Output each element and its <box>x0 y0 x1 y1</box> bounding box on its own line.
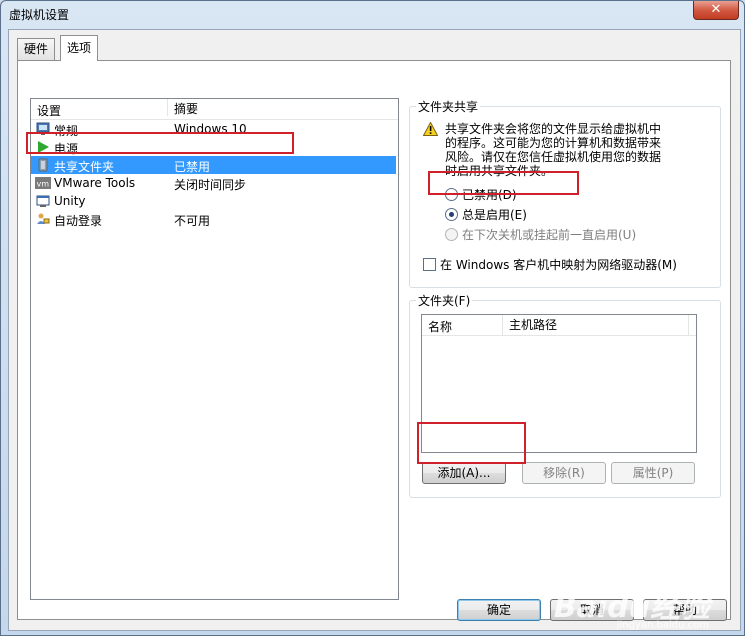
warning-line: 时启用共享文件夹。 <box>445 164 554 178</box>
column-header-host-path[interactable]: 主机路径 <box>502 315 557 335</box>
list-item-shared-folders[interactable]: 共享文件夹 已禁用 <box>31 156 396 174</box>
list-item-summary: Windows 10 <box>174 122 247 136</box>
settings-list-header: 设置 摘要 <box>31 99 398 120</box>
warning-line: 共享文件夹会将您的文件显示给虚拟机中 <box>445 122 662 136</box>
radio-until-poweroff-label: 在下次关机或挂起前一直启用(U) <box>462 228 637 242</box>
warning-line: 风险。请仅在您信任虚拟机使用您的数据 <box>445 150 662 164</box>
list-item-label: VMware Tools <box>54 176 136 190</box>
list-item-label: 电源 <box>54 142 79 156</box>
ok-button[interactable]: 确定 <box>457 599 541 621</box>
vm-settings-window: 虚拟机设置 ✕ 硬件 选项 设置 摘要 常规 Windows 10 电源 共享文… <box>0 0 745 636</box>
list-item-unity[interactable]: Unity <box>31 192 396 210</box>
folders-list[interactable]: 名称 主机路径 <box>421 314 697 453</box>
vmware-tools-icon: vm <box>35 177 51 189</box>
column-header-setting[interactable]: 设置 <box>37 102 61 119</box>
folders-list-header: 名称 主机路径 <box>422 315 696 336</box>
radio-always-enabled-label[interactable]: 总是启用(E) <box>462 206 527 223</box>
column-header-name[interactable]: 名称 <box>428 318 452 335</box>
options-panel: 设置 摘要 常规 Windows 10 电源 共享文件夹 已禁用 vm VMwa… <box>17 60 731 620</box>
shared-folder-icon <box>38 158 48 172</box>
map-network-drive-checkbox[interactable] <box>423 258 436 271</box>
list-item-autologon[interactable]: 自动登录 不可用 <box>31 210 396 228</box>
column-divider <box>688 315 689 335</box>
column-header-summary[interactable]: 摘要 <box>167 99 198 116</box>
title-bar[interactable]: 虚拟机设置 ✕ <box>1 1 744 25</box>
folders-group: 文件夹(F) 名称 主机路径 添加(A)... 移除(R) 属性(P) <box>409 292 721 498</box>
unity-icon <box>36 195 50 207</box>
baidu-watermark-url: jingyan.baidu.com <box>616 620 709 631</box>
list-item-general[interactable]: 常规 Windows 10 <box>31 120 396 138</box>
warning-icon <box>423 122 438 136</box>
list-item-label: Unity <box>54 194 86 208</box>
add-button[interactable]: 添加(A)... <box>422 462 506 484</box>
radio-disabled[interactable] <box>445 188 458 201</box>
list-item-summary: 不可用 <box>174 214 211 228</box>
folder-sharing-title: 文件夹共享 <box>416 98 481 115</box>
radio-always-enabled[interactable] <box>445 208 458 221</box>
radio-disabled-label[interactable]: 已禁用(D) <box>462 186 517 203</box>
users-icon <box>37 213 50 224</box>
properties-button: 属性(P) <box>611 462 695 484</box>
tab-hardware[interactable]: 硬件 <box>17 38 56 60</box>
remove-button: 移除(R) <box>522 462 606 484</box>
list-item-vmware-tools[interactable]: vm VMware Tools 关闭时间同步 <box>31 174 396 192</box>
list-item-label: 自动登录 <box>54 214 103 228</box>
radio-until-poweroff <box>445 228 458 241</box>
settings-list[interactable]: 设置 摘要 常规 Windows 10 电源 共享文件夹 已禁用 vm VMwa… <box>30 98 399 600</box>
folders-title: 文件夹(F) <box>416 292 473 309</box>
dialog-client: 硬件 选项 设置 摘要 常规 Windows 10 电源 共享文件夹 已禁用 v… <box>8 29 741 631</box>
list-item-power[interactable]: 电源 <box>31 138 396 156</box>
warning-text: 共享文件夹会将您的文件显示给虚拟机中 的程序。这可能为您的计算机和数据带来 风险… <box>445 122 661 178</box>
monitor-icon <box>36 122 50 135</box>
folder-sharing-group: 文件夹共享 共享文件夹会将您的文件显示给虚拟机中 的程序。这可能为您的计算机和数… <box>409 98 721 288</box>
list-item-label: 共享文件夹 <box>54 160 115 174</box>
window-title: 虚拟机设置 <box>9 8 70 22</box>
list-item-label: 常规 <box>54 124 79 138</box>
map-network-drive-label[interactable]: 在 Windows 客户机中映射为网络驱动器(M) <box>440 256 677 273</box>
play-icon <box>38 141 49 153</box>
list-item-summary: 关闭时间同步 <box>174 178 247 192</box>
svg-text:vm: vm <box>37 180 50 189</box>
close-button[interactable]: ✕ <box>693 1 739 20</box>
tab-options[interactable]: 选项 <box>60 35 99 61</box>
warning-line: 的程序。这可能为您的计算机和数据带来 <box>445 136 662 150</box>
list-item-summary: 已禁用 <box>174 160 211 174</box>
